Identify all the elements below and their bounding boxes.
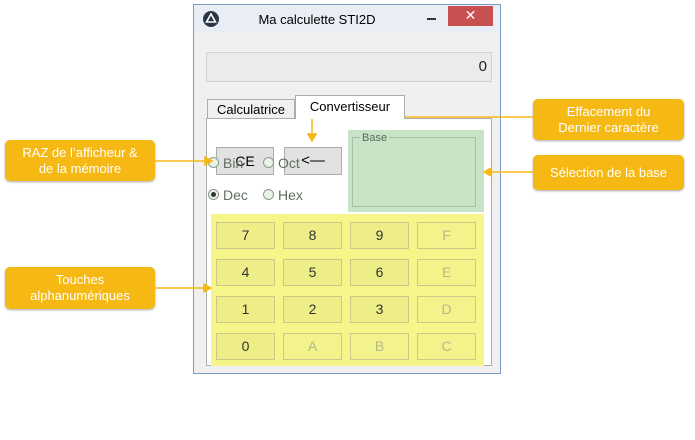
key-6[interactable]: 6 [350,259,409,286]
base-fieldset [352,137,476,207]
key-a[interactable]: A [283,333,342,360]
window-title: Ma calculette STI2D [258,12,376,27]
key-4[interactable]: 4 [216,259,275,286]
radio-circle-icon [263,189,274,200]
key-b[interactable]: B [350,333,409,360]
calculator-window: Ma calculette STI2D ✕ 0 Calculatrice Con… [193,4,501,374]
key-f[interactable]: F [417,222,476,249]
key-d[interactable]: D [417,296,476,323]
minimize-button[interactable] [420,9,442,23]
keypad: 789F 456E 123D 0ABC [211,214,484,366]
annotation-line: Sélection de la base [549,164,668,180]
tab-calculatrice[interactable]: Calculatrice [207,99,295,119]
annotation-line: Touches [55,272,105,287]
key-1[interactable]: 1 [216,296,275,323]
annotation-line: Effacement du [566,103,651,119]
key-9[interactable]: 9 [350,222,409,249]
radio-label: Dec [223,187,248,203]
base-legend: Base [360,132,390,144]
radio-label: Oct [278,155,300,171]
annotation-line: de la mémoire [38,160,122,176]
annotation-line: alphanumériques [30,288,130,303]
annotation-effacement: Effacement du Dernier caractère [533,99,684,140]
radio-circle-icon [208,157,219,168]
close-button[interactable]: ✕ [448,6,493,26]
key-c[interactable]: C [417,333,476,360]
calculator-display: 0 [206,52,492,82]
title-bar[interactable]: Ma calculette STI2D ✕ [194,5,500,33]
annotation-line: RAZ de l’afficheur & [22,144,138,160]
base-selection-group: Base [348,130,484,212]
radio-label: Hex [278,187,303,203]
radio-label: Bin [223,155,244,171]
annotation-selection: Sélection de la base [533,155,684,190]
key-5[interactable]: 5 [283,259,342,286]
annotation-line: Dernier caractère [558,119,659,135]
key-3[interactable]: 3 [350,296,409,323]
annotation-raz: RAZ de l’afficheur & de la mémoire [5,140,155,181]
radio-circle-icon [263,157,274,168]
key-e[interactable]: E [417,259,476,286]
radio-selected-icon [208,189,219,200]
key-0[interactable]: 0 [216,333,275,360]
key-7[interactable]: 7 [216,222,275,249]
key-8[interactable]: 8 [283,222,342,249]
annotation-touches: Touches alphanumériques [5,267,155,309]
key-2[interactable]: 2 [283,296,342,323]
tab-convertisseur[interactable]: Convertisseur [295,95,405,119]
